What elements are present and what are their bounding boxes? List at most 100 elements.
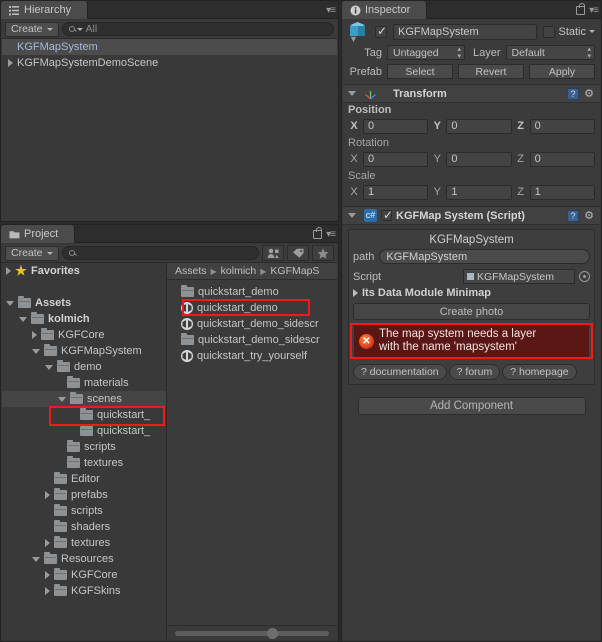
component-enabled-checkbox[interactable] xyxy=(381,208,393,222)
asset-list-item[interactable]: quickstart_demo xyxy=(167,284,337,300)
tag-dropdown[interactable]: Untagged ▴ ▾ xyxy=(387,45,465,60)
homepage-link-button[interactable]: ? homepage xyxy=(502,364,577,380)
help-icon[interactable]: ? xyxy=(567,87,579,100)
tree-item-materials[interactable]: materials xyxy=(2,375,166,391)
static-toggle-group[interactable]: Static xyxy=(543,25,595,38)
tree-item-demo[interactable]: demo xyxy=(2,359,166,375)
tree-item-kgfmapsystem[interactable]: KGFMapSystem xyxy=(2,343,166,359)
collapse-arrow-icon[interactable] xyxy=(45,364,53,370)
path-input[interactable]: KGFMapSystem xyxy=(379,249,590,264)
static-label: Static xyxy=(558,25,586,38)
scrollbar-track[interactable] xyxy=(175,631,329,636)
transform-component-header[interactable]: Transform ? ⚙ xyxy=(343,84,600,103)
expand-arrow-icon[interactable] xyxy=(6,267,11,275)
hierarchy-menu-icon[interactable]: ▾≡ xyxy=(326,5,336,16)
prefab-revert-button[interactable]: Revert xyxy=(458,64,524,79)
layer-dropdown[interactable]: Default ▴ ▾ xyxy=(505,45,595,60)
asset-list-item[interactable]: quickstart_demo_sidescr xyxy=(167,316,337,332)
project-horizontal-scrollbar[interactable] xyxy=(167,625,337,640)
scale-x-input[interactable]: 1 xyxy=(363,184,429,200)
collapse-arrow-icon[interactable] xyxy=(6,300,14,306)
hierarchy-item-kgfmapsystemdemoscene[interactable]: KGFMapSystemDemoScene xyxy=(2,55,337,71)
collapse-arrow-icon[interactable] xyxy=(348,91,356,96)
breadcrumb-item[interactable]: Assets xyxy=(175,265,207,277)
hierarchy-create-button[interactable]: Create xyxy=(5,21,59,37)
rotation-x-input[interactable]: 0 xyxy=(363,151,429,167)
inspector-menu-icon[interactable]: ▾≡ xyxy=(589,5,599,16)
asset-list-item[interactable]: quickstart_demo xyxy=(167,300,337,316)
static-checkbox[interactable] xyxy=(543,25,556,38)
tab-hierarchy[interactable]: Hierarchy xyxy=(1,1,89,19)
tab-project[interactable]: Project xyxy=(1,225,76,243)
kgfmapsystem-component-header[interactable]: c# KGFMap System (Script) ? ⚙ xyxy=(343,206,600,225)
expand-arrow-icon[interactable] xyxy=(45,491,50,499)
gameobject-active-checkbox[interactable] xyxy=(375,24,387,38)
expand-arrow-icon[interactable] xyxy=(32,331,37,339)
rotation-z-input[interactable]: 0 xyxy=(529,151,595,167)
add-component-button[interactable]: Add Component xyxy=(357,397,586,415)
tree-item-quickstart[interactable]: quickstart_ xyxy=(2,423,166,439)
prefab-apply-button[interactable]: Apply xyxy=(529,64,595,79)
collapse-arrow-icon[interactable] xyxy=(348,213,356,218)
help-icon[interactable]: ? xyxy=(567,209,579,222)
project-search-input[interactable] xyxy=(61,246,259,260)
expand-arrow-icon[interactable] xyxy=(45,587,50,595)
tree-item-quickstart[interactable]: quickstart_ xyxy=(2,407,166,423)
position-y-input[interactable]: 0 xyxy=(446,118,512,134)
breadcrumb-item[interactable]: kolmich xyxy=(221,265,257,277)
tab-inspector[interactable]: Inspector xyxy=(342,1,428,19)
position-x-input[interactable]: 0 xyxy=(363,118,429,134)
tree-item-editor[interactable]: Editor xyxy=(2,471,166,487)
gear-icon[interactable]: ⚙ xyxy=(583,210,595,222)
documentation-link-button[interactable]: ? documentation xyxy=(353,364,447,380)
tree-item-scenes[interactable]: scenes xyxy=(2,391,166,407)
object-picker-icon[interactable] xyxy=(579,271,590,282)
breadcrumb-item[interactable]: KGFMapS xyxy=(270,265,319,277)
gameobject-name-input[interactable]: KGFMapSystem xyxy=(393,23,538,40)
asset-list-item[interactable]: quickstart_demo_sidescr xyxy=(167,332,337,348)
lock-icon[interactable] xyxy=(313,227,323,239)
collapse-arrow-icon[interactable] xyxy=(19,316,27,322)
expand-arrow-icon[interactable] xyxy=(45,571,50,579)
asset-list-item[interactable]: quickstart_try_yourself xyxy=(167,348,337,364)
lock-icon[interactable] xyxy=(576,3,586,15)
collapse-arrow-icon[interactable] xyxy=(58,396,66,402)
tree-item-assets[interactable]: Assets xyxy=(2,295,166,311)
hierarchy-item-kgfmapsystem[interactable]: KGFMapSystem xyxy=(2,39,337,55)
tree-item-scripts[interactable]: scripts xyxy=(2,439,166,455)
chevron-down-icon[interactable] xyxy=(589,30,595,33)
filter-by-label-button[interactable] xyxy=(287,245,309,261)
collapse-arrow-icon[interactable] xyxy=(32,556,40,562)
hierarchy-search-input[interactable]: All xyxy=(61,22,334,36)
gear-icon[interactable]: ⚙ xyxy=(583,88,595,100)
favorites-filter-button[interactable] xyxy=(312,245,334,261)
scale-y-input[interactable]: 1 xyxy=(446,184,512,200)
prefab-select-button[interactable]: Select xyxy=(387,64,453,79)
expand-arrow-icon[interactable] xyxy=(8,59,13,67)
expand-arrow-icon[interactable] xyxy=(45,539,50,547)
data-module-foldout[interactable]: Its Data Module Minimap xyxy=(349,286,594,300)
project-create-button[interactable]: Create xyxy=(5,245,59,261)
tree-item-scripts[interactable]: scripts xyxy=(2,503,166,519)
collapse-arrow-icon[interactable] xyxy=(32,348,40,354)
tree-item-kgfcore[interactable]: KGFCore xyxy=(2,567,166,583)
tree-item-shaders[interactable]: shaders xyxy=(2,519,166,535)
tree-item-textures[interactable]: textures xyxy=(2,535,166,551)
create-photo-button[interactable]: Create photo xyxy=(353,303,590,320)
position-z-input[interactable]: 0 xyxy=(529,118,595,134)
tree-item-prefabs[interactable]: prefabs xyxy=(2,487,166,503)
project-menu-icon[interactable]: ▾≡ xyxy=(326,229,336,240)
tree-item-resources[interactable]: Resources xyxy=(2,551,166,567)
expand-arrow-icon[interactable] xyxy=(353,289,358,297)
scrollbar-thumb[interactable] xyxy=(267,628,278,639)
forum-link-button[interactable]: ? forum xyxy=(448,364,501,380)
tree-item-kolmich[interactable]: kolmich xyxy=(2,311,166,327)
filter-by-type-button[interactable] xyxy=(262,245,284,261)
script-object-field[interactable]: KGFMapSystem xyxy=(463,269,575,284)
tree-item-kgfskins[interactable]: KGFSkins xyxy=(2,583,166,599)
tree-item-kgfcore[interactable]: KGFCore xyxy=(2,327,166,343)
tree-item-favorites[interactable]: ★ Favorites xyxy=(2,263,166,279)
tree-item-textures[interactable]: textures xyxy=(2,455,166,471)
rotation-y-input[interactable]: 0 xyxy=(446,151,512,167)
scale-z-input[interactable]: 1 xyxy=(529,184,595,200)
